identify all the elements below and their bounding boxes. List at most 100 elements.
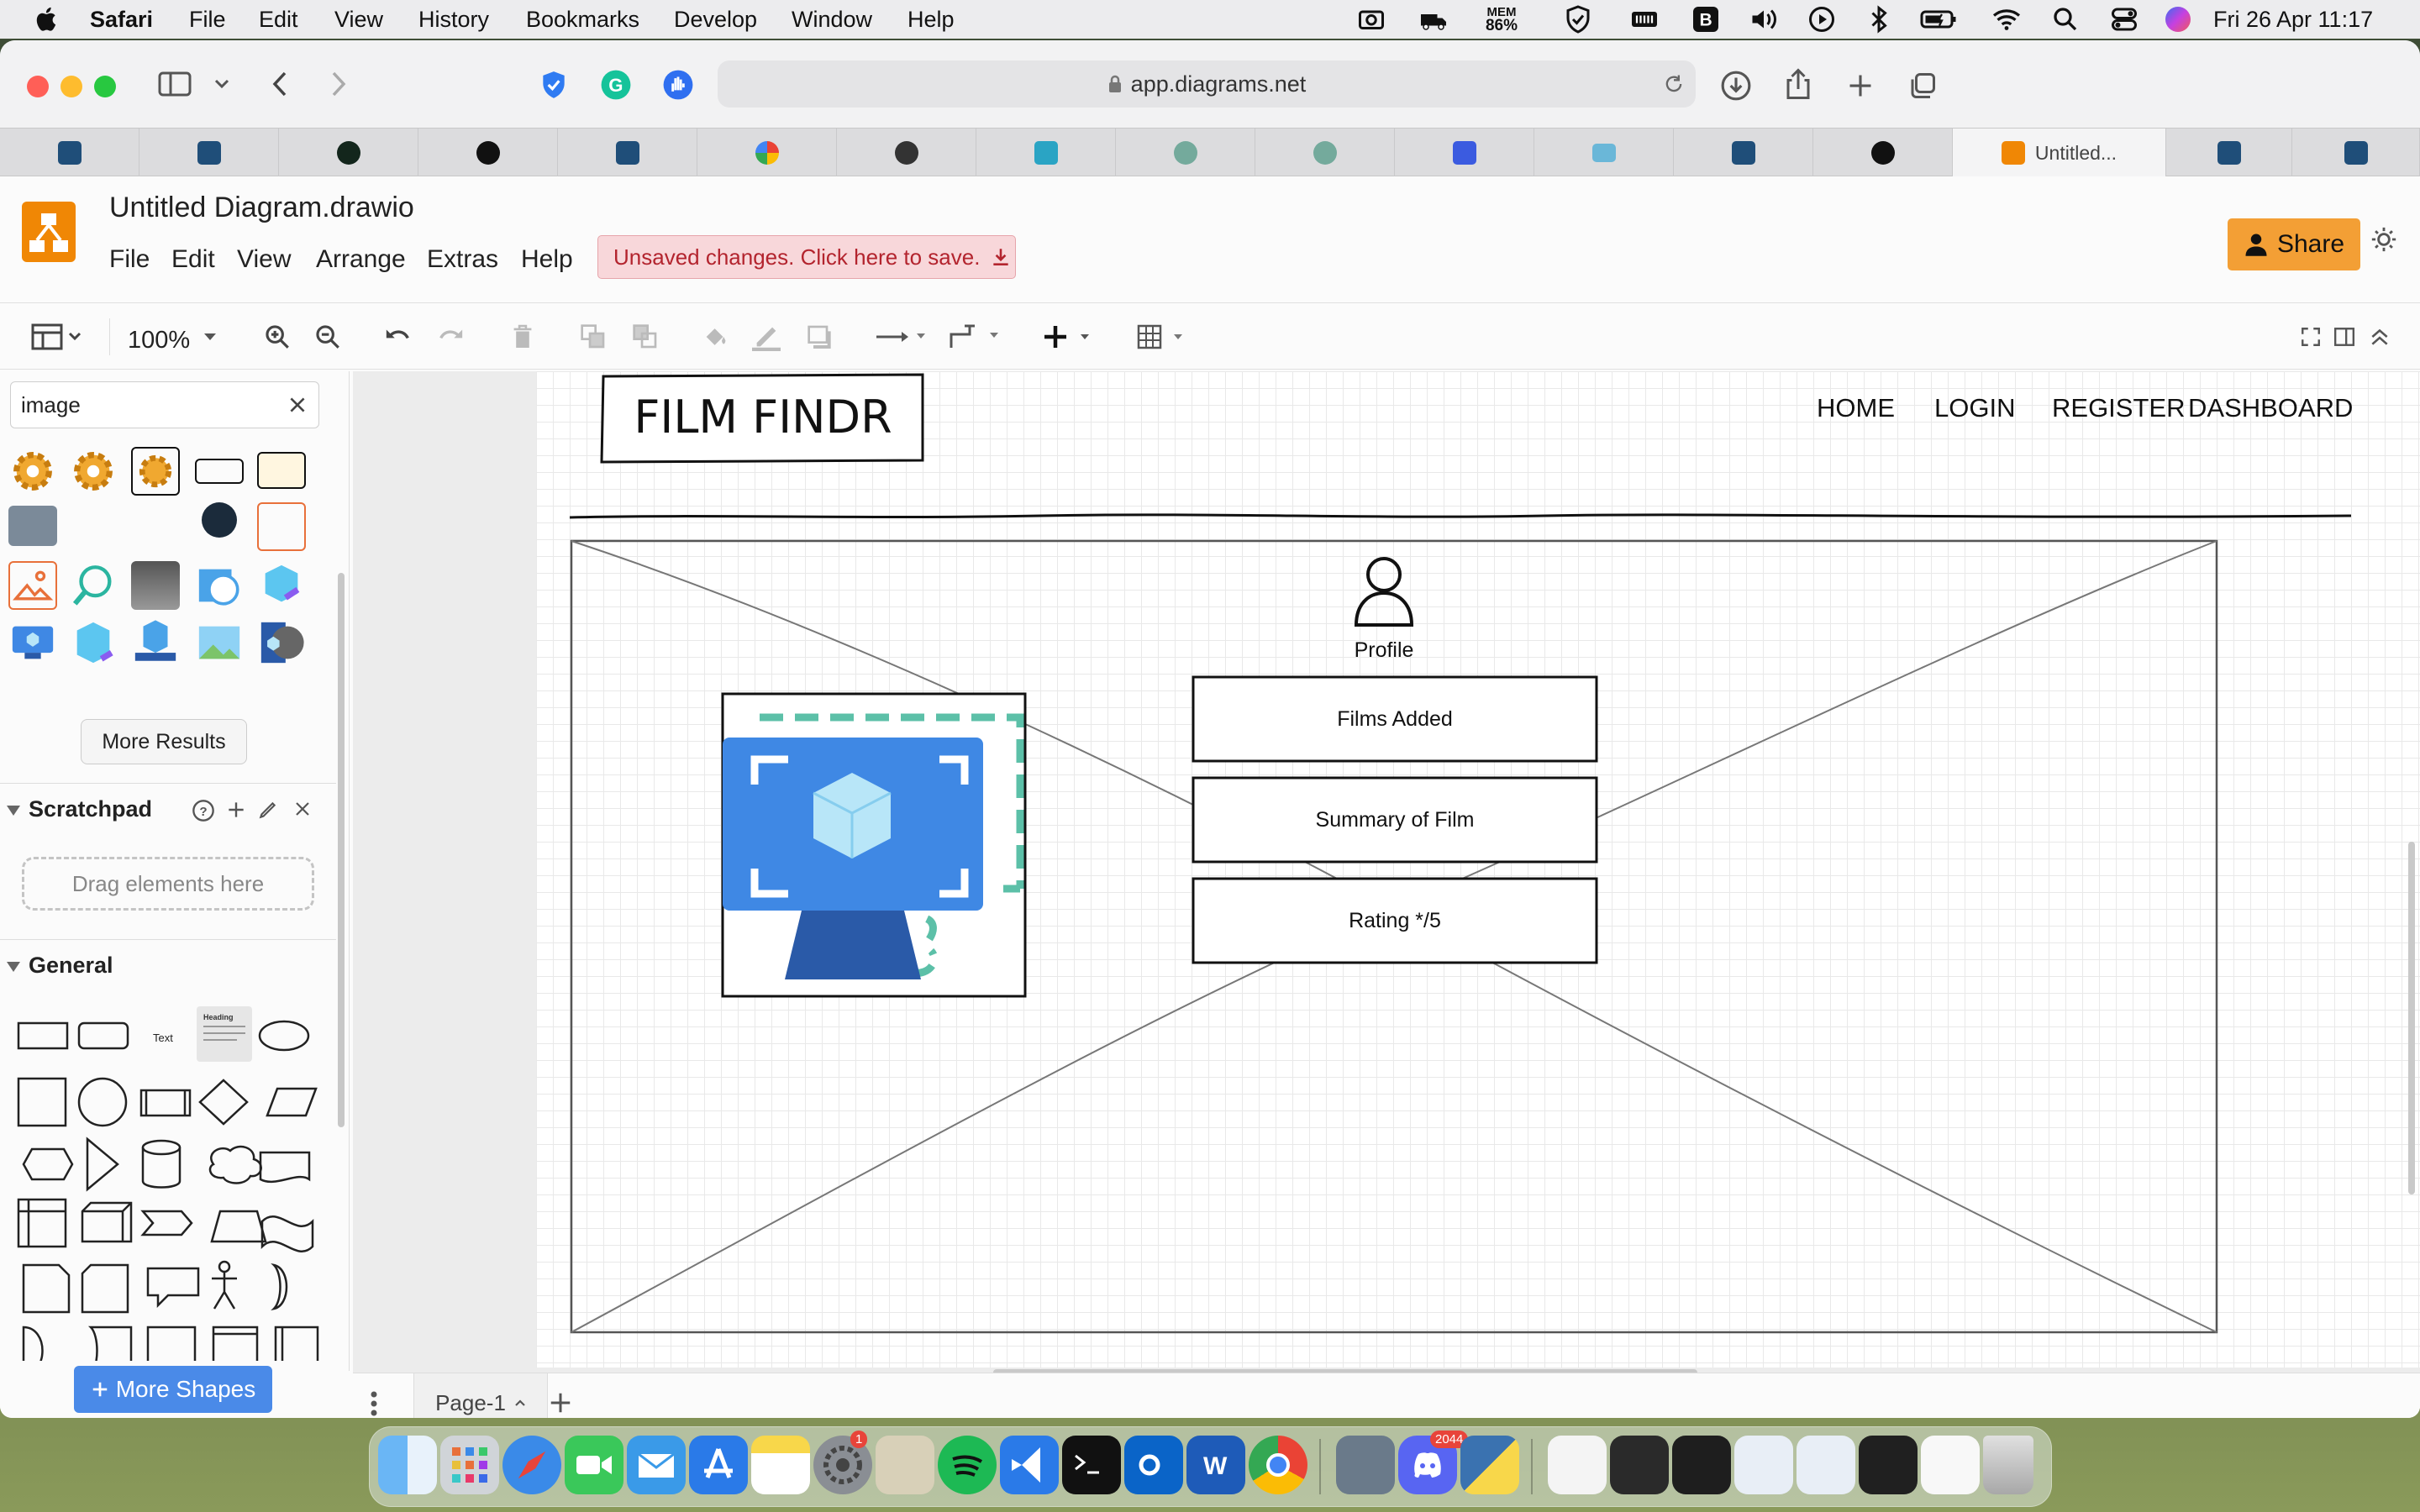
launchpad-dock-icon[interactable] <box>440 1436 499 1494</box>
tab-6[interactable] <box>697 129 837 177</box>
safari-dock-icon[interactable] <box>502 1436 561 1494</box>
share-button[interactable]: Share <box>2228 218 2360 270</box>
back-arrow-icon[interactable] <box>266 67 294 101</box>
recent-window-thumbnail[interactable] <box>1672 1436 1731 1494</box>
tab-active-drawio[interactable]: Untitled... <box>1953 129 2166 177</box>
undo-icon[interactable] <box>381 318 415 355</box>
nav-register[interactable]: REGISTER <box>2052 393 2185 423</box>
waypoints-icon[interactable] <box>948 318 1003 355</box>
menu-history[interactable]: History <box>418 7 489 33</box>
menu-develop[interactable]: Develop <box>674 7 757 33</box>
fill-color-icon[interactable] <box>699 318 733 355</box>
wifi-icon[interactable] <box>1988 0 2025 39</box>
python-dock-icon[interactable] <box>1460 1436 1519 1494</box>
trash-dock-icon[interactable] <box>1983 1436 2033 1494</box>
control-center-icon[interactable] <box>2106 0 2143 39</box>
now-playing-icon[interactable] <box>1803 0 1840 39</box>
spotify-dock-icon[interactable] <box>938 1436 997 1494</box>
menu-file[interactable]: File <box>189 7 226 33</box>
tab-9[interactable] <box>1116 129 1255 177</box>
drawio-menu-help[interactable]: Help <box>521 245 573 274</box>
zoom-out-icon[interactable] <box>311 318 345 355</box>
vertical-scrollbar[interactable] <box>2408 842 2415 1194</box>
ai-image-icon[interactable] <box>202 502 237 538</box>
to-front-icon[interactable] <box>576 318 610 355</box>
connection-style-icon[interactable] <box>874 318 929 355</box>
profile-user-icon[interactable] <box>1354 557 1414 627</box>
picture-icon[interactable] <box>8 561 57 610</box>
landscape-image-icon[interactable] <box>195 618 244 667</box>
shape-search-input[interactable]: image <box>10 381 319 428</box>
image-placeholder-icon[interactable] <box>8 506 57 546</box>
siri-icon[interactable] <box>2161 0 2195 39</box>
virtual-machine-image-icon[interactable] <box>8 618 57 667</box>
clear-search-icon[interactable] <box>287 394 308 416</box>
scratchpad-dropzone[interactable]: Drag elements here <box>22 857 314 911</box>
line-color-icon[interactable] <box>748 318 785 355</box>
fullscreen-icon[interactable] <box>2297 318 2324 355</box>
clock-datetime[interactable]: Fri 26 Apr 11:17 <box>2213 7 2373 33</box>
gear-image-icon[interactable] <box>69 447 118 496</box>
tab-16[interactable] <box>2166 129 2292 177</box>
tab-10[interactable] <box>1255 129 1395 177</box>
tab-13[interactable] <box>1674 129 1813 177</box>
theme-sun-icon[interactable] <box>2370 225 2398 254</box>
bluetooth-icon[interactable] <box>1860 0 1897 39</box>
edit-pencil-icon[interactable] <box>257 799 279 821</box>
mail-dock-icon[interactable] <box>627 1436 686 1494</box>
diagram-canvas[interactable]: FILM FINDR HOME LOGIN REGISTER DASHBOARD… <box>353 371 2420 1374</box>
film-strip-icon[interactable] <box>131 561 180 610</box>
sidebar-toggle-icon[interactable] <box>156 69 193 99</box>
apple-menu-icon[interactable] <box>32 4 62 34</box>
photo-app-dock-icon[interactable] <box>1336 1436 1395 1494</box>
downloads-icon[interactable] <box>1718 67 1754 104</box>
memory-status[interactable]: MEM 86% <box>1472 0 1531 39</box>
recent-window-thumbnail[interactable] <box>1797 1436 1855 1494</box>
sidebar-scrollbar[interactable] <box>338 573 345 1127</box>
notes-dock-icon[interactable] <box>751 1436 810 1494</box>
image-version-icon[interactable] <box>69 618 118 667</box>
menu-bookmarks[interactable]: Bookmarks <box>526 7 639 33</box>
chevron-down-icon[interactable] <box>212 74 232 94</box>
close-window-button[interactable] <box>27 76 49 97</box>
nav-login[interactable]: LOGIN <box>1934 393 2015 423</box>
disk-image-icon[interactable] <box>195 561 244 610</box>
tab-3[interactable] <box>279 129 418 177</box>
zoom-level[interactable]: 100% <box>128 327 190 354</box>
tab-5[interactable] <box>558 129 697 177</box>
vscode-dock-icon[interactable] <box>1000 1436 1059 1494</box>
tab-4[interactable] <box>418 129 558 177</box>
screenshot-status-icon[interactable] <box>1353 0 1390 39</box>
share-icon[interactable] <box>1780 66 1817 102</box>
privacy-extension-icon[interactable] <box>536 67 571 102</box>
finder-dock-icon[interactable] <box>378 1436 437 1494</box>
image-card-shape-icon[interactable] <box>257 452 306 489</box>
pages-menu-icon[interactable] <box>370 1390 378 1417</box>
facetime-dock-icon[interactable] <box>565 1436 623 1494</box>
menu-edit[interactable]: Edit <box>259 7 298 33</box>
tab-11[interactable] <box>1395 129 1534 177</box>
preview-dock-icon[interactable] <box>876 1436 934 1494</box>
chrome-dock-icon[interactable] <box>1249 1436 1307 1494</box>
new-tab-plus-icon[interactable] <box>1842 67 1879 104</box>
gear-image-icon[interactable] <box>8 447 57 496</box>
drawio-menu-extras[interactable]: Extras <box>427 245 498 274</box>
more-results-button[interactable]: More Results <box>81 719 247 764</box>
scratchpad-header[interactable]: Scratchpad ? <box>0 783 336 835</box>
format-panel-toggle-icon[interactable] <box>29 318 87 355</box>
gear-image-framed-icon[interactable] <box>131 447 180 496</box>
redo-icon[interactable] <box>434 318 467 355</box>
format-panel-icon[interactable] <box>2331 318 2358 355</box>
unsaved-changes-button[interactable]: Unsaved changes. Click here to save. <box>597 235 1016 279</box>
image-label-shape-icon[interactable] <box>195 459 244 484</box>
tab-overview-icon[interactable] <box>1904 67 1941 104</box>
spotlight-search-icon[interactable] <box>2047 0 2084 39</box>
outlook-dock-icon[interactable] <box>1124 1436 1183 1494</box>
document-title[interactable]: Untitled Diagram.drawio <box>109 192 414 224</box>
minimize-window-button[interactable] <box>60 76 82 97</box>
menu-view[interactable]: View <box>334 7 383 33</box>
image-template-icon[interactable] <box>131 618 180 667</box>
drawio-menu-view[interactable]: View <box>237 245 291 274</box>
active-app-name[interactable]: Safari <box>90 7 153 33</box>
page-tab[interactable]: Page-1 <box>413 1373 548 1418</box>
